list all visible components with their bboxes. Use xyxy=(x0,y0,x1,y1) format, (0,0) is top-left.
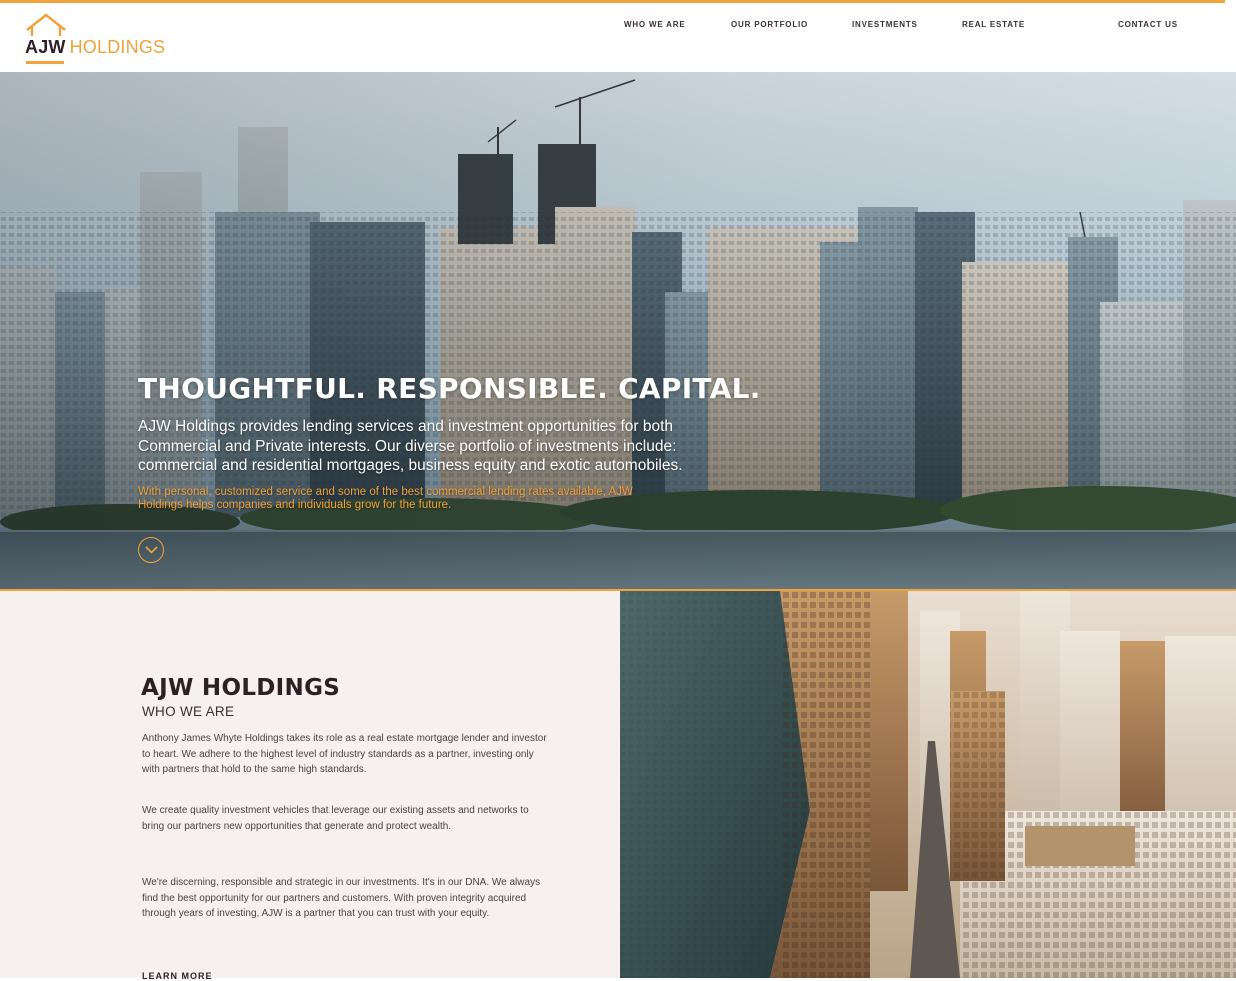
section-divider xyxy=(0,589,1236,591)
hero-lead-text: AJW Holdings provides lending services a… xyxy=(138,418,683,474)
logo-text-ajw: AJW xyxy=(25,37,66,57)
about-paragraph-1: Anthony James Whyte Holdings takes its r… xyxy=(142,733,547,775)
house-roof-icon xyxy=(26,13,66,36)
nav-real-estate[interactable]: REAL ESTATE xyxy=(962,20,1025,29)
nav-our-portfolio[interactable]: OUR PORTFOLIO xyxy=(731,20,808,29)
hero-sub-text: With personal, customized service and so… xyxy=(138,485,633,512)
site-header: AJW HOLDINGS WHO WE ARE OUR PORTFOLIO INV… xyxy=(0,0,1225,72)
nav-investments[interactable]: INVESTMENTS xyxy=(852,20,918,29)
logo-text-holdings: HOLDINGS xyxy=(69,37,166,57)
chevron-down-circle-icon xyxy=(145,546,158,554)
city-aerial-illustration xyxy=(620,591,1236,978)
about-title: AJW HOLDINGS xyxy=(141,675,341,701)
logo-underline xyxy=(26,61,64,64)
nav-contact-us[interactable]: CONTACT US xyxy=(1118,20,1178,29)
about-subtitle: WHO WE ARE xyxy=(142,704,235,719)
hero-title: THOUGHTFUL. RESPONSIBLE. CAPITAL. xyxy=(138,372,761,405)
hero-content: THOUGHTFUL. RESPONSIBLE. CAPITAL. AJW Ho… xyxy=(138,372,798,513)
scroll-down-button[interactable] xyxy=(138,537,164,563)
logo[interactable]: AJW HOLDINGS xyxy=(25,12,165,68)
city-aerial-image xyxy=(620,591,1236,978)
learn-more-link[interactable]: LEARN MORE xyxy=(142,971,213,981)
hero-section: THOUGHTFUL. RESPONSIBLE. CAPITAL. AJW Ho… xyxy=(0,72,1236,589)
nav-who-we-are[interactable]: WHO WE ARE xyxy=(624,20,685,29)
about-paragraph-3: We're discerning, responsible and strate… xyxy=(142,877,541,919)
about-section: AJW HOLDINGS WHO WE ARE Anthony James Wh… xyxy=(0,591,620,981)
logo-wordmark: AJW HOLDINGS xyxy=(25,37,165,58)
about-paragraph-2: We create quality investment vehicles th… xyxy=(142,805,529,832)
